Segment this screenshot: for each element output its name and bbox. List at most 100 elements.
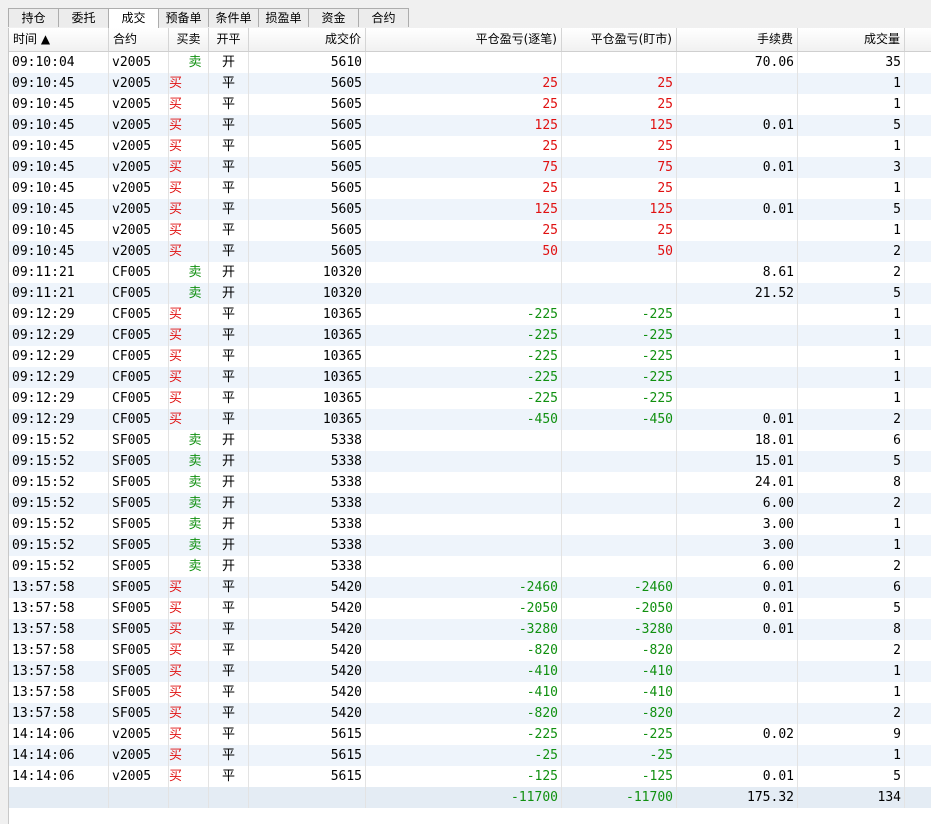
cell-fee: 3.00 bbox=[677, 514, 798, 535]
tab-3[interactable]: 预备单 bbox=[158, 8, 209, 27]
cell-price: 5338 bbox=[249, 451, 366, 472]
cell-pl-trade: 125 bbox=[366, 199, 562, 220]
table-row[interactable]: 09:12:29 CF005 买平 10365 -225 -225 1 bbox=[9, 367, 931, 388]
cell-price: 5420 bbox=[249, 619, 366, 640]
cell-side: 卖 bbox=[169, 556, 209, 577]
cell-pl-mtm: 25 bbox=[562, 220, 677, 241]
table-row[interactable]: 09:10:45 v2005 买平 5605 25 25 1 bbox=[9, 94, 931, 115]
cell-price: 5338 bbox=[249, 535, 366, 556]
cell-time: 09:12:29 bbox=[9, 325, 109, 346]
cell-price: 5605 bbox=[249, 178, 366, 199]
table-row[interactable]: 13:57:58 SF005 买平 5420 -410 -410 1 bbox=[9, 661, 931, 682]
column-header-time[interactable]: 时间 ▲ bbox=[9, 28, 109, 51]
table-row[interactable]: 14:14:06 v2005 买平 5615 -125 -125 0.01 5 bbox=[9, 766, 931, 787]
table-row[interactable]: 14:14:06 v2005 买平 5615 -25 -25 1 bbox=[9, 745, 931, 766]
table-row[interactable]: 13:57:58 SF005 买平 5420 -2460 -2460 0.01 6 bbox=[9, 577, 931, 598]
table-row[interactable]: 09:15:52 SF005 卖开 5338 6.00 2 bbox=[9, 556, 931, 577]
cell-qty: 2 bbox=[798, 241, 905, 262]
cell-time: 09:15:52 bbox=[9, 472, 109, 493]
cell-side: 买 bbox=[169, 703, 209, 724]
cell-qty: 1 bbox=[798, 388, 905, 409]
cell-pl-trade bbox=[366, 535, 562, 556]
table-row[interactable]: 09:15:52 SF005 卖开 5338 6.00 2 bbox=[9, 493, 931, 514]
table-row[interactable]: 09:10:45 v2005 买平 5605 25 25 1 bbox=[9, 136, 931, 157]
table-row[interactable]: 09:12:29 CF005 买平 10365 -225 -225 1 bbox=[9, 325, 931, 346]
column-header-pl-mtm[interactable]: 平仓盈亏(盯市) bbox=[562, 28, 677, 51]
cell-side: 买 bbox=[169, 220, 209, 241]
table-row[interactable]: 09:10:45 v2005 买平 5605 25 25 1 bbox=[9, 178, 931, 199]
table-row[interactable]: 09:11:21 CF005 卖开 10320 8.61 2 bbox=[9, 262, 931, 283]
table-row[interactable]: 09:15:52 SF005 卖开 5338 3.00 1 bbox=[9, 535, 931, 556]
table-row[interactable]: 09:15:52 SF005 卖开 5338 24.01 8 bbox=[9, 472, 931, 493]
tab-5[interactable]: 损盈单 bbox=[258, 8, 309, 27]
cell-pl-trade: -820 bbox=[366, 640, 562, 661]
table-row[interactable]: 09:15:52 SF005 卖开 5338 3.00 1 bbox=[9, 514, 931, 535]
cell-contract: SF005 bbox=[109, 598, 169, 619]
table-row[interactable]: 09:10:45 v2005 买平 5605 25 25 1 bbox=[9, 73, 931, 94]
table-row[interactable]: 14:14:06 v2005 买平 5615 -225 -225 0.02 9 bbox=[9, 724, 931, 745]
cell-qty: 1 bbox=[798, 73, 905, 94]
column-header-pl-trade[interactable]: 平仓盈亏(逐笔) bbox=[366, 28, 562, 51]
cell-time: 09:10:45 bbox=[9, 220, 109, 241]
cell-side: 买 bbox=[169, 157, 209, 178]
cell-offset: 开 bbox=[209, 556, 249, 577]
cell-time: 09:10:45 bbox=[9, 241, 109, 262]
tab-2[interactable]: 成交 bbox=[108, 8, 159, 28]
table-row[interactable]: 09:10:45 v2005 买平 5605 125 125 0.01 5 bbox=[9, 115, 931, 136]
cell-pl-mtm: -225 bbox=[562, 304, 677, 325]
cell-offset bbox=[209, 787, 249, 808]
column-header-qty[interactable]: 成交量 bbox=[798, 28, 905, 51]
cell-time bbox=[9, 787, 109, 808]
cell-contract: v2005 bbox=[109, 199, 169, 220]
table-row[interactable]: 09:12:29 CF005 买平 10365 -225 -225 1 bbox=[9, 388, 931, 409]
cell-offset: 平 bbox=[209, 115, 249, 136]
table-row[interactable]: 09:11:21 CF005 卖开 10320 21.52 5 bbox=[9, 283, 931, 304]
tab-6[interactable]: 资金 bbox=[308, 8, 359, 27]
cell-contract: CF005 bbox=[109, 325, 169, 346]
tab-7[interactable]: 合约 bbox=[358, 8, 409, 27]
table-row[interactable]: 09:10:45 v2005 买平 5605 125 125 0.01 5 bbox=[9, 199, 931, 220]
cell-time: 09:10:45 bbox=[9, 136, 109, 157]
column-header-side[interactable]: 买卖 bbox=[169, 28, 209, 51]
table-row[interactable]: 09:10:45 v2005 买平 5605 75 75 0.01 3 bbox=[9, 157, 931, 178]
cell-offset: 平 bbox=[209, 766, 249, 787]
table-row[interactable]: 13:57:58 SF005 买平 5420 -2050 -2050 0.01 5 bbox=[9, 598, 931, 619]
cell-fee: 0.01 bbox=[677, 115, 798, 136]
cell-qty: 8 bbox=[798, 472, 905, 493]
cell-qty: 6 bbox=[798, 577, 905, 598]
tab-1[interactable]: 委托 bbox=[58, 8, 109, 27]
column-header-price[interactable]: 成交价 bbox=[249, 28, 366, 51]
table-row[interactable]: 09:10:45 v2005 买平 5605 50 50 2 bbox=[9, 241, 931, 262]
tab-4[interactable]: 条件单 bbox=[208, 8, 259, 27]
cell-qty: 2 bbox=[798, 493, 905, 514]
table-row[interactable]: 09:15:52 SF005 卖开 5338 18.01 6 bbox=[9, 430, 931, 451]
cell-price: 5420 bbox=[249, 703, 366, 724]
table-row[interactable]: 09:12:29 CF005 买平 10365 -225 -225 1 bbox=[9, 346, 931, 367]
table-row[interactable]: 13:57:58 SF005 买平 5420 -3280 -3280 0.01 8 bbox=[9, 619, 931, 640]
cell-time: 09:10:45 bbox=[9, 199, 109, 220]
cell-offset: 平 bbox=[209, 367, 249, 388]
tab-0[interactable]: 持仓 bbox=[8, 8, 59, 27]
cell-price: 10365 bbox=[249, 409, 366, 430]
table-row[interactable]: 09:10:45 v2005 买平 5605 25 25 1 bbox=[9, 220, 931, 241]
table-row[interactable]: 09:10:04 v2005 卖开 5610 70.06 35 bbox=[9, 52, 931, 73]
table-row[interactable]: 13:57:58 SF005 买平 5420 -820 -820 2 bbox=[9, 703, 931, 724]
cell-qty: 5 bbox=[798, 766, 905, 787]
column-header-contract[interactable]: 合约 bbox=[109, 28, 169, 51]
total-row[interactable]: -11700 -11700 175.32 134 bbox=[9, 787, 931, 808]
cell-contract: SF005 bbox=[109, 493, 169, 514]
cell-time: 09:12:29 bbox=[9, 346, 109, 367]
cell-pl-mtm: 125 bbox=[562, 115, 677, 136]
table-row[interactable]: 09:15:52 SF005 卖开 5338 15.01 5 bbox=[9, 451, 931, 472]
cell-pl-trade: -3280 bbox=[366, 619, 562, 640]
cell-fee bbox=[677, 682, 798, 703]
cell-side: 卖 bbox=[169, 430, 209, 451]
table-row[interactable]: 13:57:58 SF005 买平 5420 -410 -410 1 bbox=[9, 682, 931, 703]
cell-time: 14:14:06 bbox=[9, 724, 109, 745]
table-row[interactable]: 13:57:58 SF005 买平 5420 -820 -820 2 bbox=[9, 640, 931, 661]
column-header-fee[interactable]: 手续费 bbox=[677, 28, 798, 51]
column-header-offset[interactable]: 开平 bbox=[209, 28, 249, 51]
table-row[interactable]: 09:12:29 CF005 买平 10365 -225 -225 1 bbox=[9, 304, 931, 325]
cell-fee bbox=[677, 388, 798, 409]
table-row[interactable]: 09:12:29 CF005 买平 10365 -450 -450 0.01 2 bbox=[9, 409, 931, 430]
